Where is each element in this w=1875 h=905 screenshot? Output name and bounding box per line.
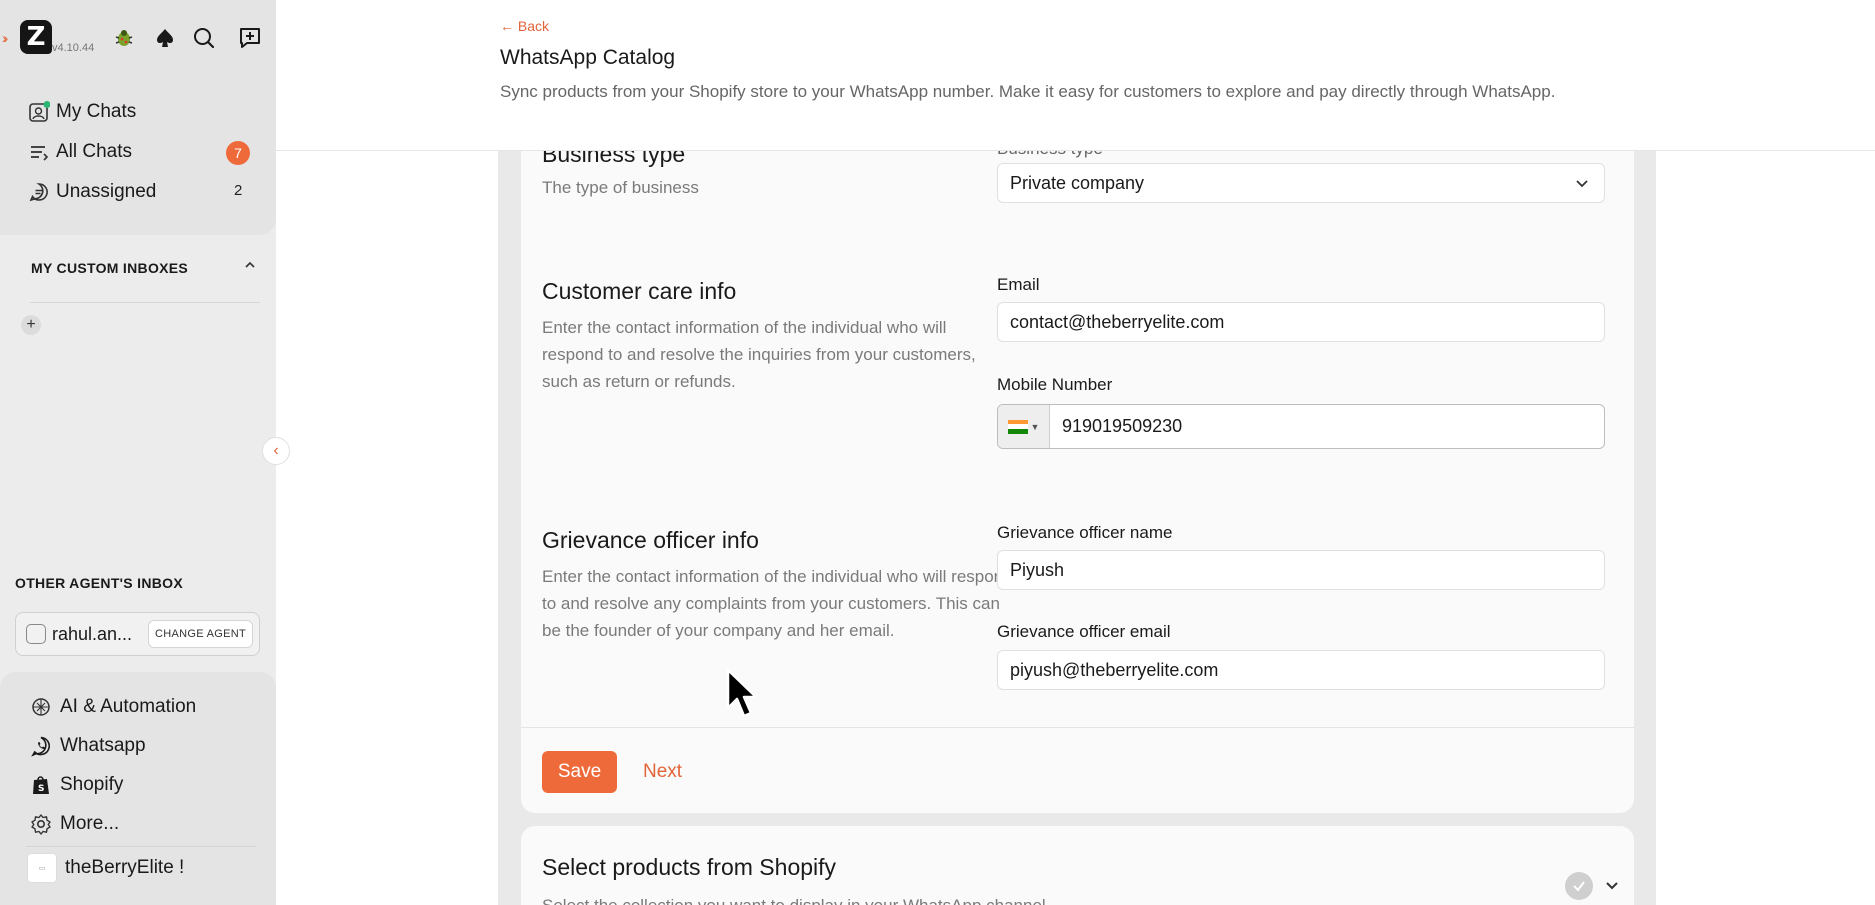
- customer-care-email-label: Email: [997, 275, 1040, 294]
- mouse-cursor-icon: [726, 668, 760, 725]
- unassigned-icon: [28, 181, 50, 203]
- business-type-title: Business type: [542, 151, 686, 167]
- nav-unassigned[interactable]: Unassigned: [28, 177, 156, 207]
- agent-avatar-icon: [26, 624, 46, 644]
- grievance-email-input[interactable]: piyush@theberryelite.com: [997, 650, 1605, 690]
- all-chats-badge: 7: [226, 141, 250, 165]
- spade-icon[interactable]: [151, 24, 179, 52]
- customer-care-email-value: contact@theberryelite.com: [1010, 311, 1225, 332]
- nav-more[interactable]: More...: [30, 809, 119, 839]
- other-agents-title: OTHER AGENT'S INBOX: [15, 575, 183, 591]
- business-type-value: Private company: [1010, 172, 1145, 193]
- agent-selector: rahul.an... CHANGE AGENT: [15, 612, 260, 656]
- business-type-label: Business type: [997, 151, 1103, 159]
- nav-my-chats-label: My Chats: [56, 101, 137, 122]
- nav-my-chats[interactable]: My Chats: [28, 97, 136, 127]
- mobile-number-label: Mobile Number: [997, 375, 1113, 394]
- grievance-email-label: Grievance officer email: [997, 622, 1171, 641]
- grievance-name-input[interactable]: Piyush: [997, 550, 1605, 590]
- gear-icon: [30, 813, 52, 835]
- business-type-select[interactable]: Private company: [997, 163, 1605, 203]
- business-details-card: Business type The type of business Busin…: [521, 151, 1634, 813]
- chevron-down-icon: [1574, 175, 1590, 196]
- grievance-name-label: Grievance officer name: [997, 523, 1173, 542]
- search-icon[interactable]: [190, 24, 218, 52]
- grievance-title: Grievance officer info: [542, 527, 759, 553]
- save-button[interactable]: Save: [542, 751, 617, 793]
- sidebar: ›› Z v4.10.44 My Chats All Chats 7 Unass…: [0, 0, 276, 905]
- business-type-description: The type of business: [542, 178, 699, 197]
- page-title: WhatsApp Catalog: [500, 46, 676, 69]
- nav-all-chats[interactable]: All Chats: [28, 137, 132, 167]
- ai-automation-icon: [30, 696, 52, 718]
- shopify-icon: S: [30, 774, 52, 796]
- page-description: Sync products from your Shopify store to…: [500, 82, 1556, 101]
- grievance-name-value: Piyush: [1010, 559, 1065, 580]
- next-button[interactable]: Next: [633, 751, 692, 793]
- unassigned-count: 2: [234, 182, 243, 199]
- mobile-number-value: 919019509230: [1062, 416, 1183, 436]
- agent-name: rahul.an...: [52, 623, 133, 644]
- nav-all-chats-label: All Chats: [56, 141, 133, 162]
- all-chats-icon: [28, 141, 50, 163]
- nav-shopify[interactable]: S Shopify: [30, 770, 123, 800]
- nav-more-label: More...: [60, 813, 120, 834]
- grievance-description: Enter the contact information of the ind…: [542, 567, 1013, 640]
- customer-care-description: Enter the contact information of the ind…: [542, 318, 976, 391]
- card-footer-divider: [521, 727, 1634, 728]
- divider: [30, 302, 260, 303]
- select-products-card[interactable]: Select products from Shopify Select the …: [521, 826, 1634, 905]
- select-products-title: Select products from Shopify: [542, 854, 837, 880]
- my-chats-icon: [28, 101, 50, 123]
- app-version: v4.10.44: [52, 42, 95, 54]
- collapse-sidebar-button[interactable]: ‹: [262, 437, 290, 465]
- add-inbox-button[interactable]: +: [21, 315, 41, 335]
- expand-arrows-icon[interactable]: ››: [2, 30, 9, 46]
- chevron-up-icon[interactable]: [243, 258, 257, 275]
- mobile-number-input[interactable]: ▼ 919019509230: [997, 404, 1605, 449]
- check-icon: [1565, 872, 1593, 900]
- nav-whatsapp[interactable]: Whatsapp: [30, 731, 146, 761]
- country-code-select[interactable]: ▼: [998, 405, 1050, 448]
- change-agent-button[interactable]: CHANGE AGENT: [147, 620, 253, 648]
- whatsapp-icon: [30, 735, 52, 757]
- grievance-email-value: piyush@theberryelite.com: [1010, 659, 1219, 680]
- back-link[interactable]: ← Back: [500, 18, 549, 34]
- nav-whatsapp-label: Whatsapp: [60, 735, 146, 756]
- store-name: theBerryElite !: [65, 857, 185, 878]
- nav-shopify-label: Shopify: [60, 774, 124, 795]
- sidebar-top-panel: ›› Z v4.10.44 My Chats All Chats 7 Unass…: [0, 0, 276, 235]
- store-switcher[interactable]: ▭ theBerryElite !: [27, 853, 184, 883]
- select-products-subtitle: Select the collection you want to displa…: [542, 896, 1046, 905]
- new-chat-icon[interactable]: [236, 24, 264, 52]
- customer-care-email-input[interactable]: contact@theberryelite.com: [997, 302, 1605, 342]
- app-logo[interactable]: Z: [20, 20, 52, 54]
- nav-ai-automation[interactable]: AI & Automation: [30, 692, 196, 722]
- nav-unassigned-label: Unassigned: [56, 181, 157, 202]
- svg-text:S: S: [38, 784, 44, 794]
- custom-inboxes-title: MY CUSTOM INBOXES: [31, 260, 189, 276]
- store-logo: ▭: [27, 853, 57, 883]
- chevron-down-icon[interactable]: [1603, 876, 1621, 899]
- main-content: ← Back WhatsApp Catalog Sync products fr…: [276, 0, 1875, 905]
- customer-care-title: Customer care info: [542, 278, 737, 304]
- caret-down-icon: ▼: [1030, 421, 1040, 432]
- nav-ai-automation-label: AI & Automation: [60, 696, 197, 717]
- india-flag-icon: [1007, 419, 1028, 434]
- divider: [26, 846, 256, 847]
- bug-icon[interactable]: [110, 24, 138, 52]
